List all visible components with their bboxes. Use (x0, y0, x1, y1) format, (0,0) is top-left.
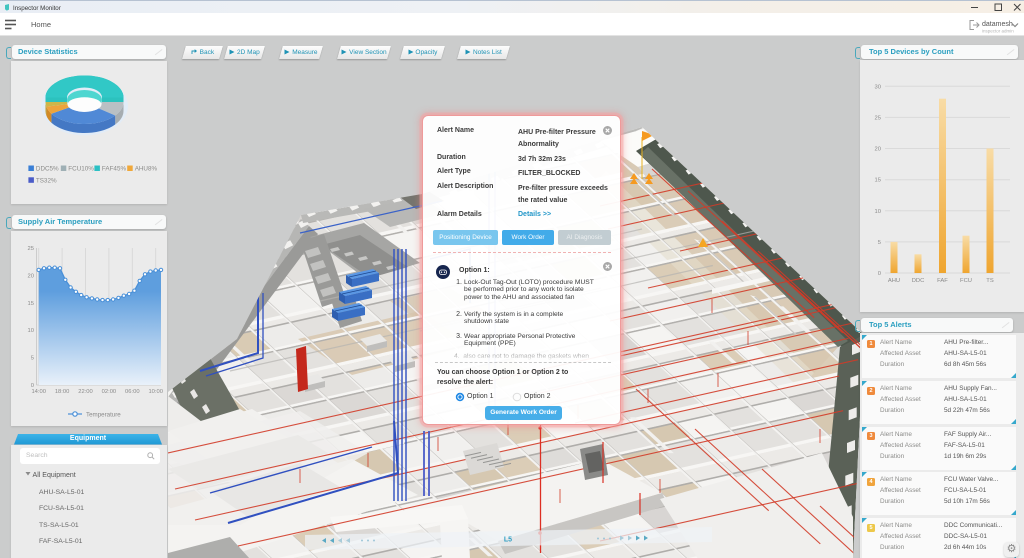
svg-text:25: 25 (875, 115, 881, 121)
svg-text:06:00: 06:00 (125, 389, 140, 395)
svg-text:10: 10 (875, 209, 881, 215)
svg-text:20: 20 (28, 273, 34, 279)
svg-text:14:00: 14:00 (31, 389, 46, 395)
svg-text:Temperature: Temperature (86, 412, 121, 419)
svg-text:Home: Home (31, 20, 51, 29)
svg-text:TS: TS (986, 278, 994, 284)
svg-text:15: 15 (875, 178, 881, 184)
svg-text:5: 5 (878, 240, 881, 246)
svg-text:FAF45%: FAF45% (102, 166, 127, 173)
svg-text:02:00: 02:00 (102, 389, 117, 395)
svg-text:L5: L5 (504, 537, 512, 544)
svg-text:25: 25 (28, 246, 34, 252)
svg-text:datamesh: datamesh (982, 21, 1013, 28)
svg-text:15: 15 (28, 301, 34, 307)
svg-text:TS32%: TS32% (36, 178, 57, 185)
svg-text:0: 0 (878, 271, 881, 277)
svg-text:18:00: 18:00 (55, 389, 70, 395)
svg-text:20: 20 (875, 147, 881, 153)
svg-text:5: 5 (31, 356, 34, 362)
svg-text:FCU: FCU (960, 278, 972, 284)
svg-text:10: 10 (28, 328, 34, 334)
svg-text:FAF: FAF (937, 278, 948, 284)
svg-text:DDC: DDC (912, 278, 925, 284)
svg-text:22:00: 22:00 (78, 389, 93, 395)
svg-text:DDC5%: DDC5% (36, 166, 59, 173)
svg-text:30: 30 (875, 84, 881, 90)
svg-text:AHU8%: AHU8% (135, 166, 158, 173)
svg-text:FCU10%: FCU10% (68, 166, 94, 173)
svg-text:10:00: 10:00 (148, 389, 163, 395)
svg-text:inspector admin: inspector admin (982, 29, 1014, 34)
svg-text:Inspector Monitor: Inspector Monitor (13, 5, 61, 12)
svg-text:AHU: AHU (888, 278, 900, 284)
